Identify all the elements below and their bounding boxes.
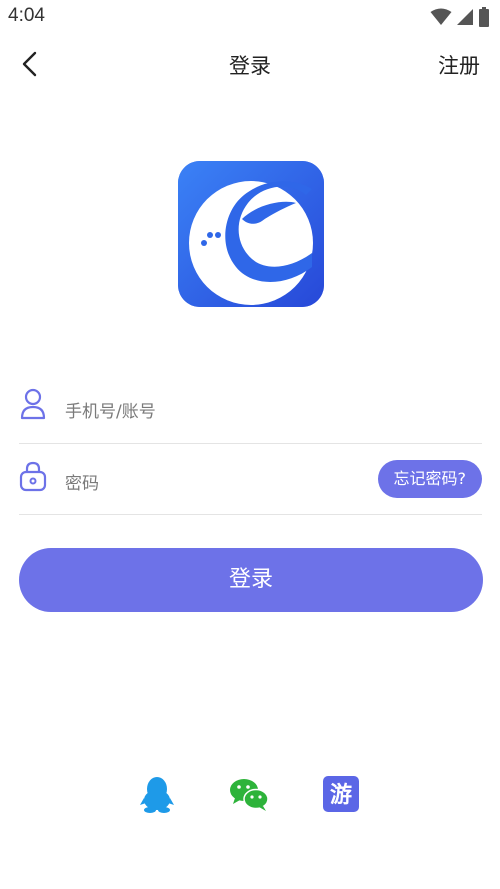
battery-icon [479, 7, 489, 27]
user-icon [20, 388, 46, 420]
account-field-row [19, 376, 482, 444]
password-field-row: 忘记密码? [19, 448, 482, 515]
nav-bar: 登录 注册 [0, 40, 500, 88]
login-page: 4:04 登录 注册 手机号/账号 忘记密码? 登录 游 [0, 0, 500, 889]
login-button[interactable]: 登录 [19, 548, 483, 612]
status-icons [430, 7, 490, 27]
register-button[interactable]: 注册 [438, 50, 480, 80]
app-logo [178, 161, 324, 307]
wifi-icon [430, 8, 452, 25]
guest-login-button[interactable]: 游 [321, 774, 361, 814]
app-logo-mark-icon [178, 161, 324, 307]
guest-icon: 游 [323, 776, 359, 812]
wechat-icon [230, 779, 269, 811]
wechat-login-button[interactable] [229, 774, 269, 814]
qq-penguin-icon [140, 777, 174, 813]
status-bar: 4:04 [0, 0, 500, 34]
account-input[interactable] [65, 400, 465, 424]
guest-label: 游 [330, 782, 352, 808]
lock-icon [19, 461, 47, 492]
qq-login-button[interactable] [137, 774, 177, 814]
status-time: 4:04 [8, 5, 45, 26]
password-input[interactable] [65, 472, 345, 496]
cell-signal-icon [457, 9, 473, 25]
page-title: 登录 [229, 54, 271, 78]
forgot-password-button[interactable]: 忘记密码? [377, 460, 482, 498]
